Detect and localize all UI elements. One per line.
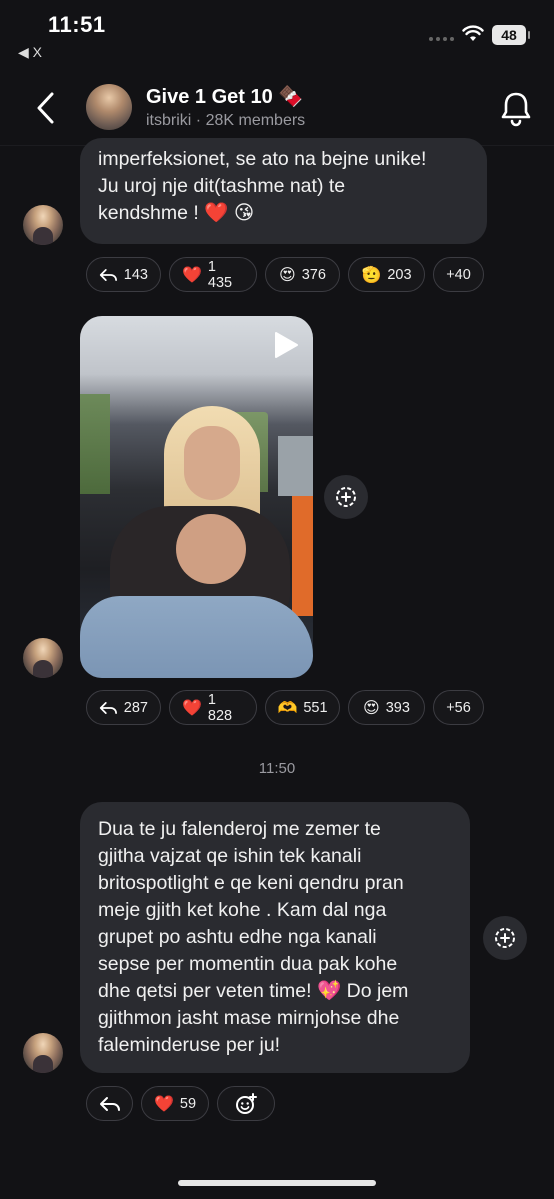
person-jeans [80, 596, 313, 678]
reaction-count: 1 435 [207, 258, 233, 291]
person-face [184, 426, 240, 500]
back-button[interactable] [28, 88, 64, 128]
cellular-signal-icon [429, 37, 454, 41]
reaction-bar: 287 ❤️ 1 828 🫶 551 😍 393 +56 [86, 690, 484, 725]
car-window [278, 436, 313, 496]
reaction-count: 203 [387, 266, 412, 283]
channel-handle: itsbriki [146, 112, 192, 129]
reply-count: 143 [123, 266, 148, 283]
heart-eyes-emoji: 😍 [279, 264, 296, 284]
reaction-chip[interactable]: 😍 376 [265, 257, 340, 292]
reaction-count: 551 [303, 699, 328, 716]
car-window [80, 394, 110, 494]
reply-icon [99, 701, 117, 714]
reaction-chip[interactable]: 🫡 203 [348, 257, 425, 292]
add-reaction-button[interactable] [217, 1086, 275, 1121]
reply-chip[interactable]: 143 [86, 257, 161, 292]
reaction-count: 59 [179, 1095, 197, 1112]
heart-emoji: ❤️ [182, 697, 202, 717]
heart-emoji: ❤️ [182, 264, 202, 284]
bell-icon[interactable] [498, 88, 534, 128]
member-count: · 28K members [195, 112, 306, 129]
reaction-count: 376 [301, 266, 326, 283]
sender-avatar[interactable] [23, 205, 63, 245]
reply-icon [99, 1096, 120, 1111]
reaction-count: 1 828 [207, 691, 233, 724]
message-text: Dua te ju falenderoj me zemer te gjitha … [98, 818, 409, 1056]
video-thumbnail[interactable] [80, 316, 313, 678]
message-bubble[interactable]: imperfeksionet, se ato na bejne unike! J… [80, 138, 487, 244]
more-reactions-chip[interactable]: +40 [433, 257, 484, 292]
person-neckline [176, 514, 246, 584]
reply-chip[interactable] [86, 1086, 133, 1121]
heart-emoji: ❤️ [153, 1093, 174, 1113]
reaction-chip[interactable]: ❤️ 1 828 [169, 690, 257, 725]
add-emoji-icon [236, 1092, 257, 1114]
reaction-bar: ❤️ 59 [86, 1086, 275, 1121]
forward-button[interactable] [324, 475, 368, 519]
sender-avatar[interactable] [23, 638, 63, 678]
reaction-chip[interactable]: 😍 393 [348, 690, 425, 725]
channel-subtitle: itsbriki · 28K members [146, 112, 305, 130]
home-indicator[interactable] [178, 1180, 376, 1186]
reaction-chip[interactable]: ❤️ 59 [141, 1086, 209, 1121]
reply-icon [99, 268, 117, 281]
heart-eyes-emoji: 😍 [363, 697, 380, 717]
reaction-bar: 143 ❤️ 1 435 😍 376 🫡 203 +40 [86, 257, 484, 292]
reaction-chip[interactable]: 🫶 551 [265, 690, 340, 725]
message-text: imperfeksionet, se ato na bejne unike! J… [98, 148, 427, 224]
forward-button[interactable] [483, 916, 527, 960]
add-circle-icon [495, 928, 515, 948]
message-bubble[interactable]: Dua te ju falenderoj me zemer te gjitha … [80, 802, 470, 1073]
back-to-app-link[interactable]: ◀ X [18, 44, 42, 61]
channel-title[interactable]: Give 1 Get 10 🍫 [146, 84, 303, 109]
more-reactions-count: +56 [446, 699, 471, 716]
salute-emoji: 🫡 [361, 264, 382, 284]
reaction-count: 393 [385, 699, 410, 716]
channel-avatar[interactable] [86, 84, 132, 130]
status-bar: 11:51 ◀ X 48 [0, 0, 554, 70]
add-circle-icon [336, 487, 356, 507]
more-reactions-chip[interactable]: +56 [433, 690, 484, 725]
channel-header: Give 1 Get 10 🍫 itsbriki · 28K members [0, 72, 554, 146]
car-seat [292, 496, 313, 616]
time-separator: 11:50 [258, 760, 296, 777]
heart-hands-emoji: 🫶 [277, 697, 298, 717]
battery-icon: 48 [492, 25, 530, 45]
sender-avatar[interactable] [23, 1033, 63, 1073]
wifi-icon [462, 25, 484, 41]
reply-chip[interactable]: 287 [86, 690, 161, 725]
reply-count: 287 [123, 699, 148, 716]
more-reactions-count: +40 [446, 266, 471, 283]
play-icon[interactable] [270, 330, 300, 360]
status-time: 11:51 [48, 12, 106, 37]
reaction-chip[interactable]: ❤️ 1 435 [169, 257, 257, 292]
